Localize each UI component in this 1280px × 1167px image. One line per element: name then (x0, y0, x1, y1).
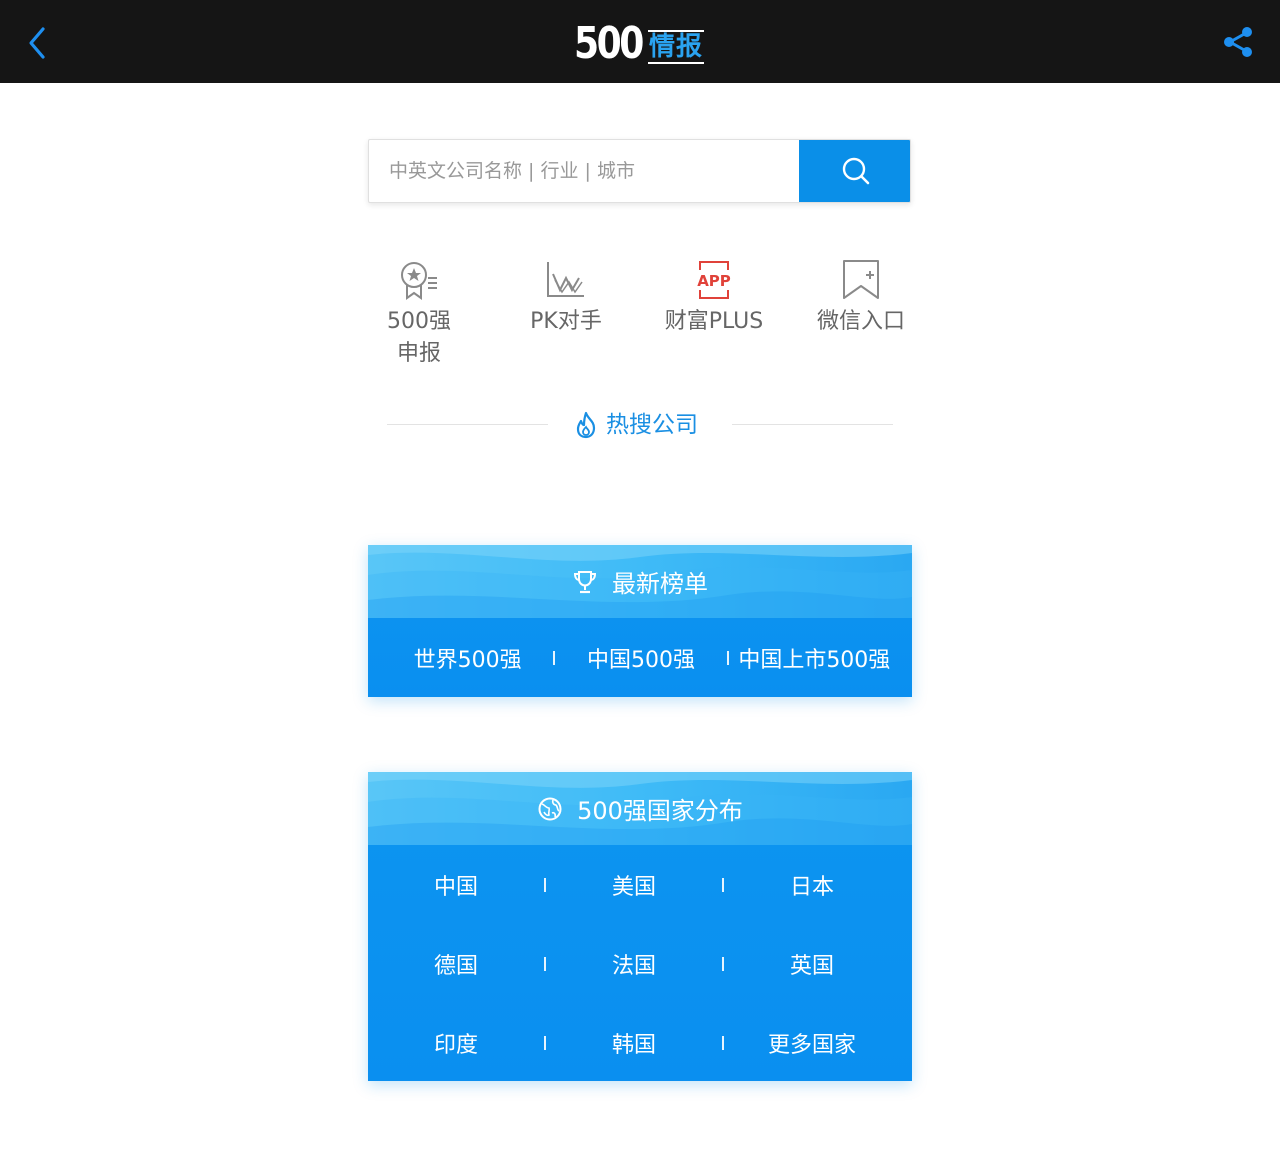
rankings-row: 世界500强 中国500强 中国上市500强 (368, 618, 912, 697)
countries-title-text: 500强国家分布 (577, 797, 743, 825)
hot-search-heading: 热搜公司 (574, 408, 698, 442)
logo: 500 情报 (574, 18, 705, 69)
separator (544, 1035, 546, 1050)
search-input[interactable] (369, 140, 799, 202)
shortcut-label: 财富PLUS (664, 309, 764, 334)
share-button[interactable] (1218, 22, 1258, 62)
share-icon (1224, 27, 1252, 57)
chart-compare-icon (547, 262, 584, 297)
shortcut-label: 微信入口 (816, 309, 905, 334)
bookmark-add-icon (843, 260, 879, 299)
svg-text:APP: APP (697, 272, 731, 290)
country-germany[interactable]: 德国 (368, 948, 544, 980)
card-header: 500强国家分布 (368, 772, 912, 845)
logo-text: 情报 (648, 30, 705, 64)
country-france[interactable]: 法国 (546, 948, 722, 980)
rankings-title: 最新榜单 (368, 545, 912, 618)
divider-right (732, 424, 893, 425)
country-india[interactable]: 印度 (368, 1027, 544, 1059)
back-button[interactable] (18, 22, 58, 62)
country-distribution-card: 500强国家分布 中国 美国 日本 德国 法国 英国 印度 韩国 更多国家 (368, 772, 912, 1081)
country-uk[interactable]: 英国 (724, 948, 900, 980)
countries-title: 500强国家分布 (368, 772, 912, 845)
ranking-world-500[interactable]: 世界500强 (382, 642, 553, 674)
latest-rankings-card: 最新榜单 世界500强 中国500强 中国上市500强 (368, 545, 912, 697)
logo-number: 500 (574, 18, 644, 69)
shortcut-fortune-plus[interactable]: APP 财富PLUS (654, 258, 774, 338)
country-japan[interactable]: 日本 (724, 869, 900, 901)
country-row: 中国 美国 日本 (368, 845, 900, 924)
separator (722, 956, 724, 971)
chevron-left-icon (29, 27, 45, 59)
shortcut-label: PK对手 (530, 309, 602, 334)
shortcut-label: 500强申报 (387, 309, 451, 366)
rankings-title-text: 最新榜单 (612, 570, 708, 598)
country-korea[interactable]: 韩国 (546, 1027, 722, 1059)
top-bar: 500 情报 (0, 0, 1280, 83)
country-grid: 中国 美国 日本 德国 法国 英国 印度 韩国 更多国家 (368, 845, 912, 1081)
award-badge-icon (401, 262, 437, 300)
separator (726, 650, 729, 665)
app-icon: APP (697, 261, 731, 299)
search-bar (368, 139, 911, 203)
hot-search-title: 热搜公司 (606, 412, 698, 438)
country-china[interactable]: 中国 (368, 869, 544, 901)
separator (544, 956, 546, 971)
separator (544, 877, 546, 892)
country-row: 德国 法国 英国 (368, 924, 900, 1003)
separator (722, 1035, 724, 1050)
separator (553, 650, 556, 665)
search-icon (842, 157, 869, 185)
card-header: 最新榜单 (368, 545, 912, 618)
search-button[interactable] (799, 140, 910, 202)
shortcut-500-apply[interactable]: 500强申报 (359, 258, 479, 370)
trophy-icon (573, 570, 597, 593)
country-usa[interactable]: 美国 (546, 869, 722, 901)
flame-icon (576, 411, 596, 439)
ranking-china-listed-500[interactable]: 中国上市500强 (729, 642, 900, 674)
separator (722, 877, 724, 892)
globe-icon (538, 797, 562, 820)
shortcut-pk-rivals[interactable]: PK对手 (506, 258, 626, 338)
shortcut-wechat[interactable]: 微信入口 (801, 258, 921, 338)
divider-left (387, 424, 548, 425)
ranking-china-500[interactable]: 中国500强 (555, 642, 726, 674)
country-row: 印度 韩国 更多国家 (368, 1003, 900, 1081)
country-more[interactable]: 更多国家 (724, 1027, 900, 1059)
